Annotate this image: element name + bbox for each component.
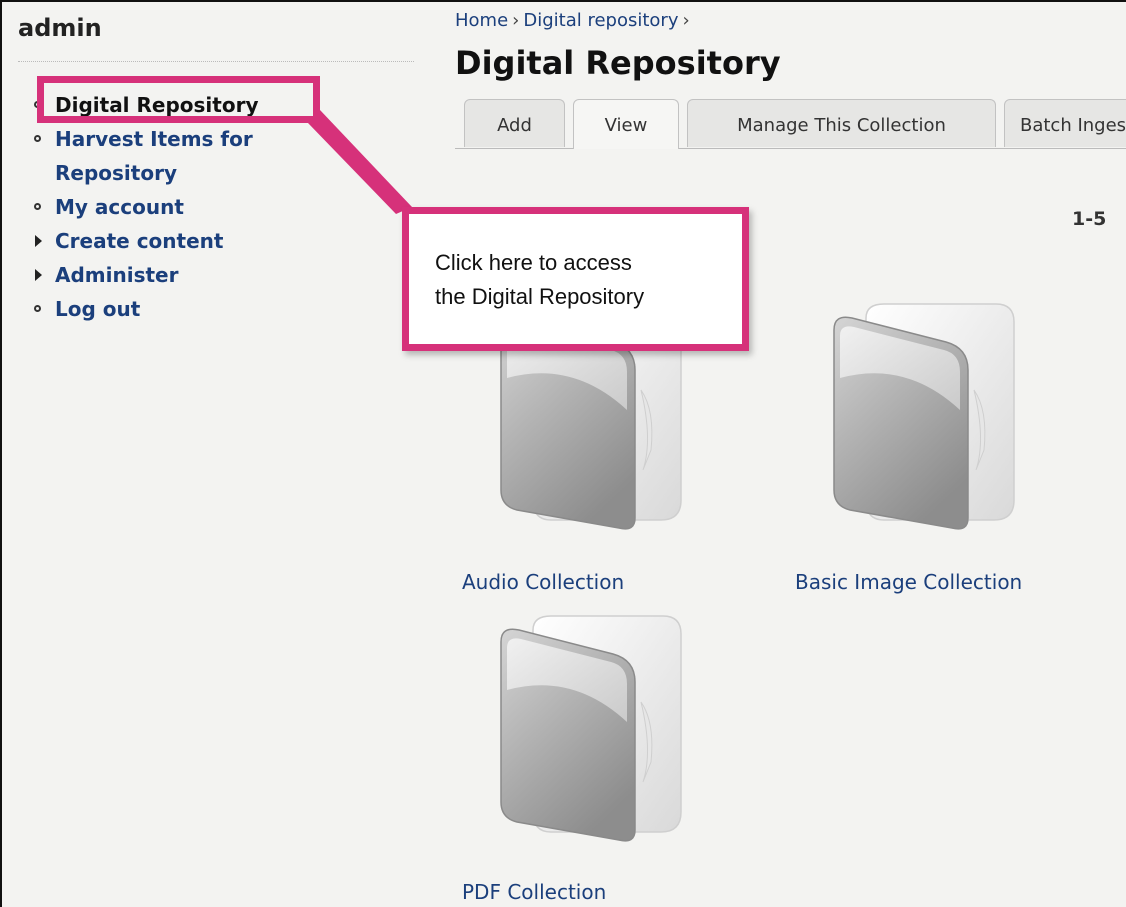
callout-line-2: the Digital Repository	[435, 284, 645, 309]
annotation-highlight-box	[37, 76, 320, 123]
annotation-connector	[308, 110, 412, 214]
callout-text: Click here to access the Digital Reposit…	[435, 246, 735, 314]
annotation-callout: Click here to access the Digital Reposit…	[402, 207, 749, 351]
callout-line-1: Click here to access	[435, 250, 632, 275]
